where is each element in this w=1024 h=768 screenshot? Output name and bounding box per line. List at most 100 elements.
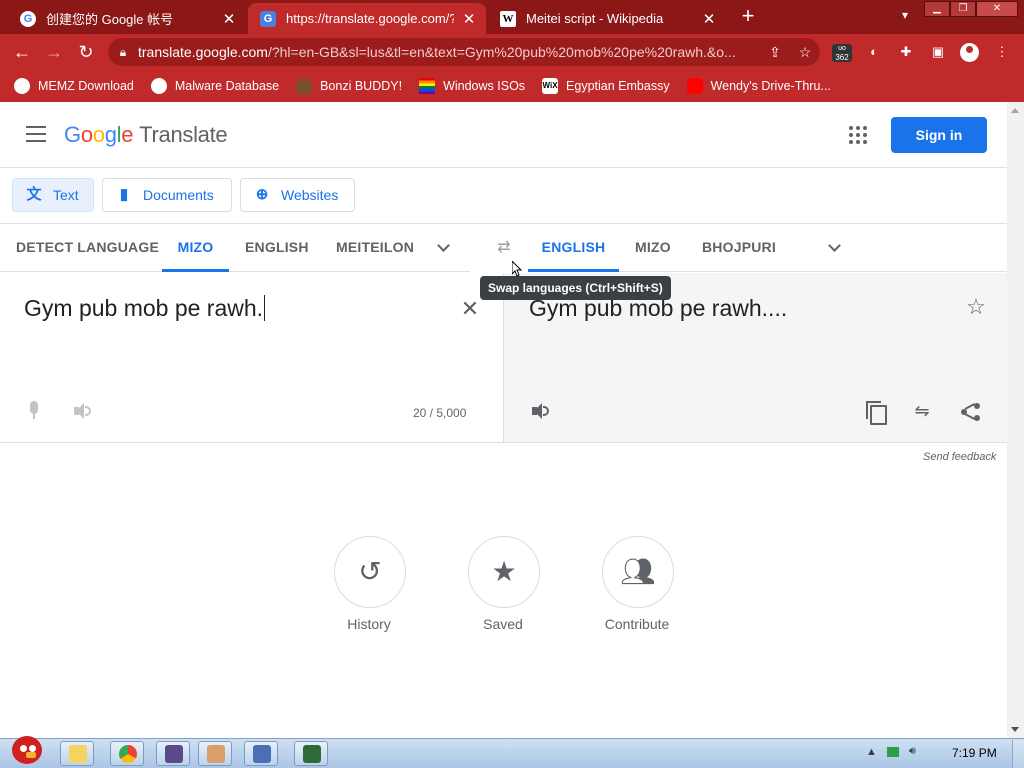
logo-letter: o [80, 122, 93, 147]
extensions-puzzle-icon[interactable]: ✚ [896, 42, 916, 62]
extension-circle-icon[interactable]: ◐ [864, 42, 884, 62]
google-apps-icon[interactable] [849, 126, 867, 144]
product-name: Translate [139, 122, 228, 147]
browser-tab-wikipedia[interactable]: W Meitei script - Wikipedia ✕ [488, 3, 726, 34]
documents-mode-button[interactable]: ▮ Documents [102, 178, 232, 212]
target-lang-bhojpuri-tab[interactable]: BHOJPURI [702, 224, 776, 272]
history-icon: ↺ [358, 556, 382, 587]
source-language-bar: DETECT LANGUAGE MIZO ENGLISH MEITEILON ( [0, 224, 470, 272]
source-lang-more-chevron-icon[interactable] [434, 238, 454, 258]
chrome-icon [119, 745, 137, 763]
contribute-button[interactable]: 👥︎ [602, 536, 674, 608]
restore-icon[interactable]: ❐ [950, 1, 976, 17]
taskbar-terminal-button[interactable] [294, 741, 328, 766]
bookmarks-bar: MEMZ Download Malware Database Bonzi BUD… [0, 70, 1024, 102]
network-icon[interactable] [886, 746, 899, 757]
start-button-angry-bird-icon[interactable] [4, 732, 48, 768]
profile-avatar-icon[interactable] [960, 43, 979, 62]
detect-language-tab[interactable]: DETECT LANGUAGE [16, 224, 159, 272]
page-scrollbar[interactable] [1007, 102, 1024, 738]
address-bar[interactable]: 🔒︎ translate.google.com/?hl=en-GB&sl=lus… [108, 38, 820, 66]
swap-languages-icon[interactable]: ⇄ [494, 238, 514, 258]
tab-close-icon[interactable]: ✕ [220, 10, 238, 28]
side-panel-icon[interactable]: ▣ [928, 42, 948, 62]
show-hidden-icons-chevron-icon[interactable]: ▲ [866, 746, 877, 758]
back-arrow-icon[interactable]: ← [10, 40, 34, 64]
copy-translation-icon[interactable] [866, 400, 887, 425]
browser-tab-strip: G 创建您的 Google 帐号 ✕ G https://translate.g… [0, 0, 1024, 34]
bookmark-memz[interactable]: MEMZ Download [14, 78, 134, 94]
scroll-up-arrow-icon[interactable] [1011, 108, 1019, 113]
bookmark-wendys[interactable]: Wendy's Drive-Thru... [686, 78, 831, 94]
taskbar-chrome-button[interactable] [110, 741, 144, 766]
folder-icon [69, 745, 87, 763]
volume-icon[interactable]: 🔊︎ [909, 745, 916, 758]
send-feedback-link[interactable]: Send feedback [923, 451, 996, 463]
mode-label: Documents [143, 187, 214, 203]
microphone-icon[interactable] [26, 399, 42, 421]
forward-arrow-icon[interactable]: → [42, 40, 66, 64]
taskbar-explorer-button[interactable] [60, 741, 94, 766]
google-wordmark: Google [64, 122, 133, 147]
browser-tab-translate[interactable]: G https://translate.google.com/?hl= ✕ [248, 3, 486, 34]
target-language-bar: ENGLISH MIZO BHOJPURI [528, 224, 1007, 272]
new-tab-button[interactable]: + [736, 5, 760, 29]
tab-close-icon[interactable]: ✕ [460, 10, 478, 28]
system-tray: ▲ 🔊︎ [866, 745, 916, 758]
rainbow-flag-icon [419, 78, 436, 94]
logo-letter: e [121, 122, 134, 147]
wikipedia-icon: W [500, 10, 516, 27]
browser-tab-google-account[interactable]: G 创建您的 Google 帐号 ✕ [8, 3, 246, 34]
taskbar-app-button[interactable] [156, 741, 190, 766]
bookmark-label: Egyptian Embassy [566, 79, 670, 93]
browser-menu-icon[interactable]: ⋮ [992, 42, 1012, 62]
websites-mode-button[interactable]: ⊕ Websites [240, 178, 355, 212]
extension-ublock-icon[interactable]: uo 362 [832, 44, 852, 62]
sign-in-button[interactable]: Sign in [891, 117, 987, 153]
mode-label: Websites [281, 187, 339, 203]
saved-star-icon: ★ [491, 556, 517, 587]
lock-icon[interactable]: 🔒︎ [108, 45, 138, 60]
share-translation-icon[interactable] [960, 401, 982, 423]
text-mode-button[interactable]: 文 Text [12, 178, 94, 212]
source-lang-english-tab[interactable]: ENGLISH [245, 224, 309, 272]
saved-button[interactable]: ★ [468, 536, 540, 608]
source-lang-mizo-tab[interactable]: MIZO [162, 224, 229, 272]
history-button[interactable]: ↺ [334, 536, 406, 608]
logo-letter: g [104, 122, 117, 147]
listen-source-speaker-icon[interactable] [72, 401, 92, 421]
show-desktop-button[interactable] [1012, 740, 1024, 768]
target-lang-english-tab[interactable]: ENGLISH [528, 224, 619, 272]
source-lang-meiteilon-tab[interactable]: MEITEILON ( [336, 224, 418, 272]
clear-source-text-icon[interactable]: ✕ [460, 298, 480, 320]
bookmark-egyptian-embassy[interactable]: WiX Egyptian Embassy [542, 78, 670, 94]
target-lang-mizo-tab[interactable]: MIZO [635, 224, 671, 272]
reload-icon[interactable]: ↻ [74, 40, 98, 64]
share-page-icon[interactable]: ⇪ [760, 44, 790, 61]
taskbar-clock[interactable]: 7:19 PM [952, 746, 997, 760]
window-close-icon[interactable]: ✕ [976, 1, 1018, 17]
swap-languages-tooltip: Swap languages (Ctrl+Shift+S) [480, 276, 671, 300]
main-menu-icon[interactable] [26, 126, 46, 142]
url-text: translate.google.com/?hl=en-GB&sl=lus&tl… [138, 44, 760, 60]
target-lang-more-chevron-icon[interactable] [825, 238, 845, 258]
youtube-icon [686, 78, 703, 94]
google-translate-logo[interactable]: Google Translate [64, 122, 228, 148]
globe-icon [14, 78, 30, 94]
minimize-icon[interactable]: ▁ [924, 1, 950, 17]
tab-close-icon[interactable]: ✕ [700, 10, 718, 28]
bookmark-label: Wendy's Drive-Thru... [710, 79, 831, 93]
bookmark-bonzi-buddy[interactable]: Bonzi BUDDY! [296, 78, 402, 94]
rate-translation-icon[interactable]: ⇋ [910, 399, 934, 423]
bookmark-star-icon[interactable]: ☆ [790, 44, 820, 61]
tab-search-chevron-icon[interactable]: ▾ [896, 8, 914, 26]
taskbar-paint-button[interactable] [198, 741, 232, 766]
scroll-down-arrow-icon[interactable] [1011, 727, 1019, 732]
bookmark-malware-database[interactable]: Malware Database [150, 78, 279, 94]
listen-translation-speaker-icon[interactable] [530, 401, 550, 421]
save-translation-star-icon[interactable]: ☆ [964, 295, 988, 319]
taskbar-game-button[interactable] [244, 741, 278, 766]
logo-letter: G [64, 122, 81, 147]
source-text-input[interactable]: Gym pub mob pe rawh. [24, 295, 265, 322]
bookmark-windows-isos[interactable]: Windows ISOs [419, 78, 525, 94]
